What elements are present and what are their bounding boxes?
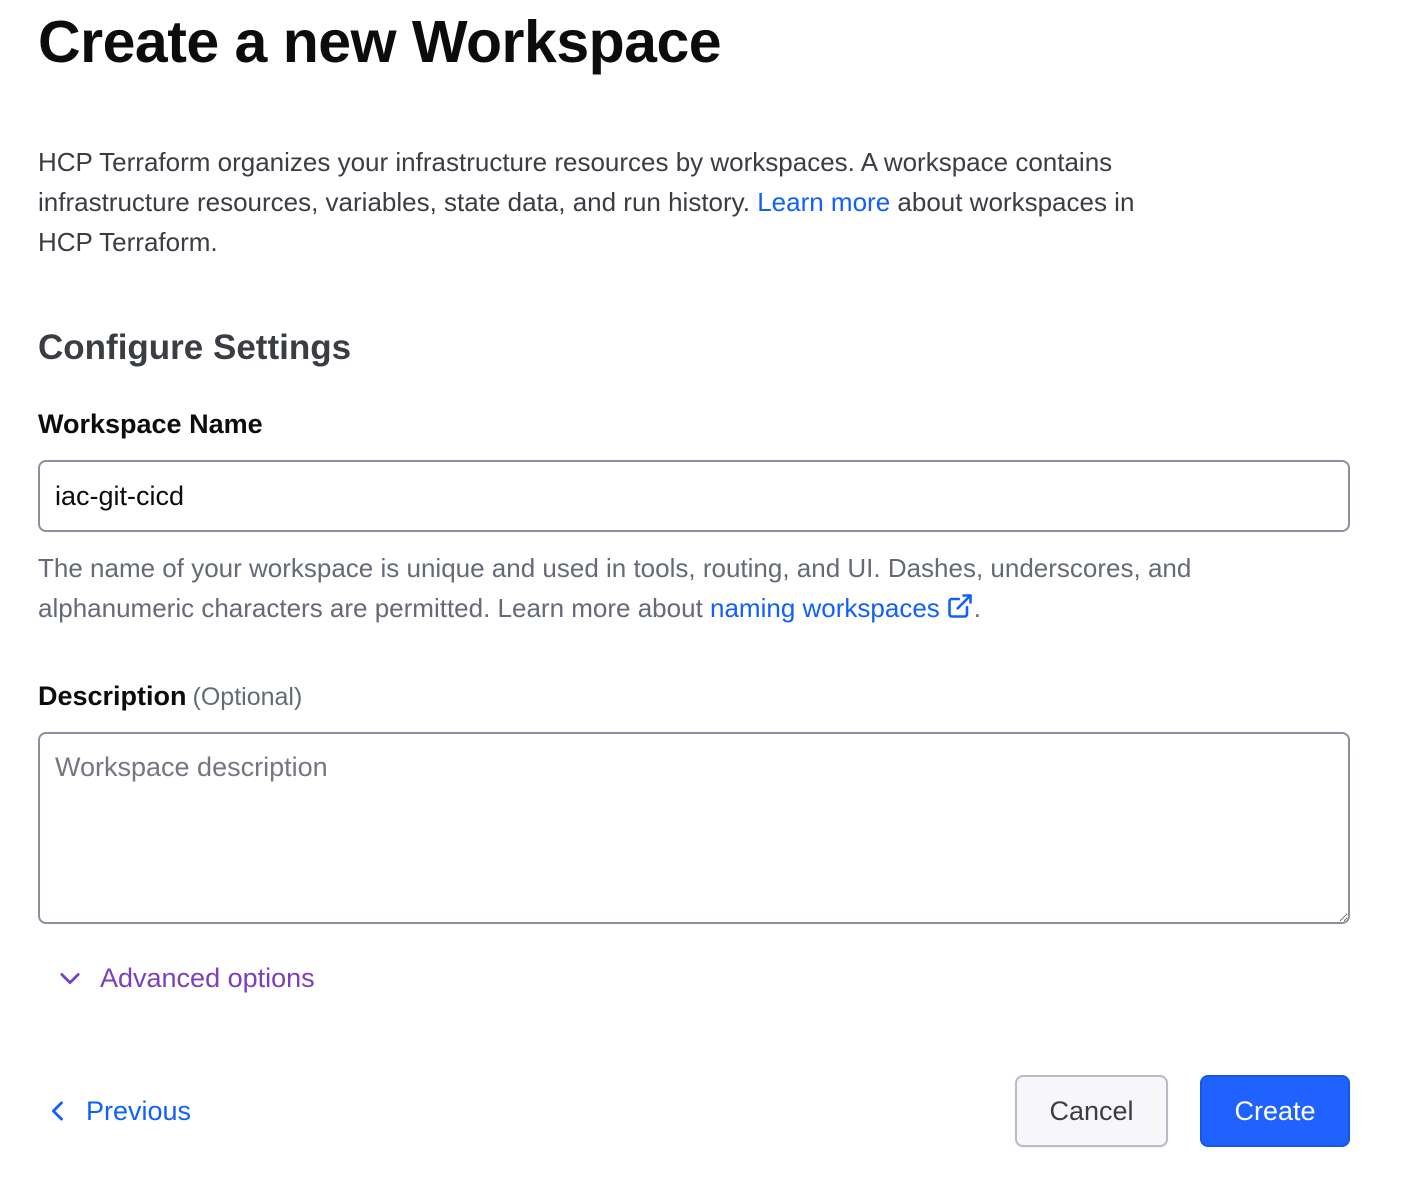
- advanced-options-label: Advanced options: [100, 963, 315, 993]
- helper-text-after: .: [973, 593, 982, 623]
- external-link-icon: [948, 594, 972, 618]
- description-label: Description (Optional): [38, 679, 302, 714]
- learn-more-link[interactable]: Learn more: [757, 187, 890, 217]
- advanced-options-toggle[interactable]: Advanced options: [56, 958, 315, 998]
- naming-workspaces-link-label: naming workspaces: [710, 593, 940, 623]
- workspace-name-label: Workspace Name: [38, 409, 263, 439]
- create-button[interactable]: Create: [1200, 1075, 1350, 1147]
- intro-paragraph: HCP Terraform organizes your infrastruct…: [38, 142, 1138, 262]
- page-title: Create a new Workspace: [38, 9, 722, 75]
- naming-workspaces-link[interactable]: naming workspaces: [710, 593, 974, 623]
- description-textarea[interactable]: [38, 732, 1350, 924]
- configure-settings-title: Configure Settings: [38, 328, 352, 367]
- helper-text: The name of your workspace is unique and…: [38, 553, 1192, 623]
- workspace-name-input[interactable]: [38, 460, 1350, 532]
- chevron-left-icon: [51, 1101, 63, 1121]
- optional-indicator: (Optional): [192, 683, 303, 711]
- cancel-button[interactable]: Cancel: [1015, 1075, 1168, 1147]
- chevron-down-icon: [60, 973, 80, 985]
- workspace-name-helper: The name of your workspace is unique and…: [38, 548, 1350, 628]
- previous-label: Previous: [86, 1096, 192, 1126]
- previous-button[interactable]: Previous: [44, 1090, 191, 1132]
- description-label-text: Description: [38, 681, 187, 711]
